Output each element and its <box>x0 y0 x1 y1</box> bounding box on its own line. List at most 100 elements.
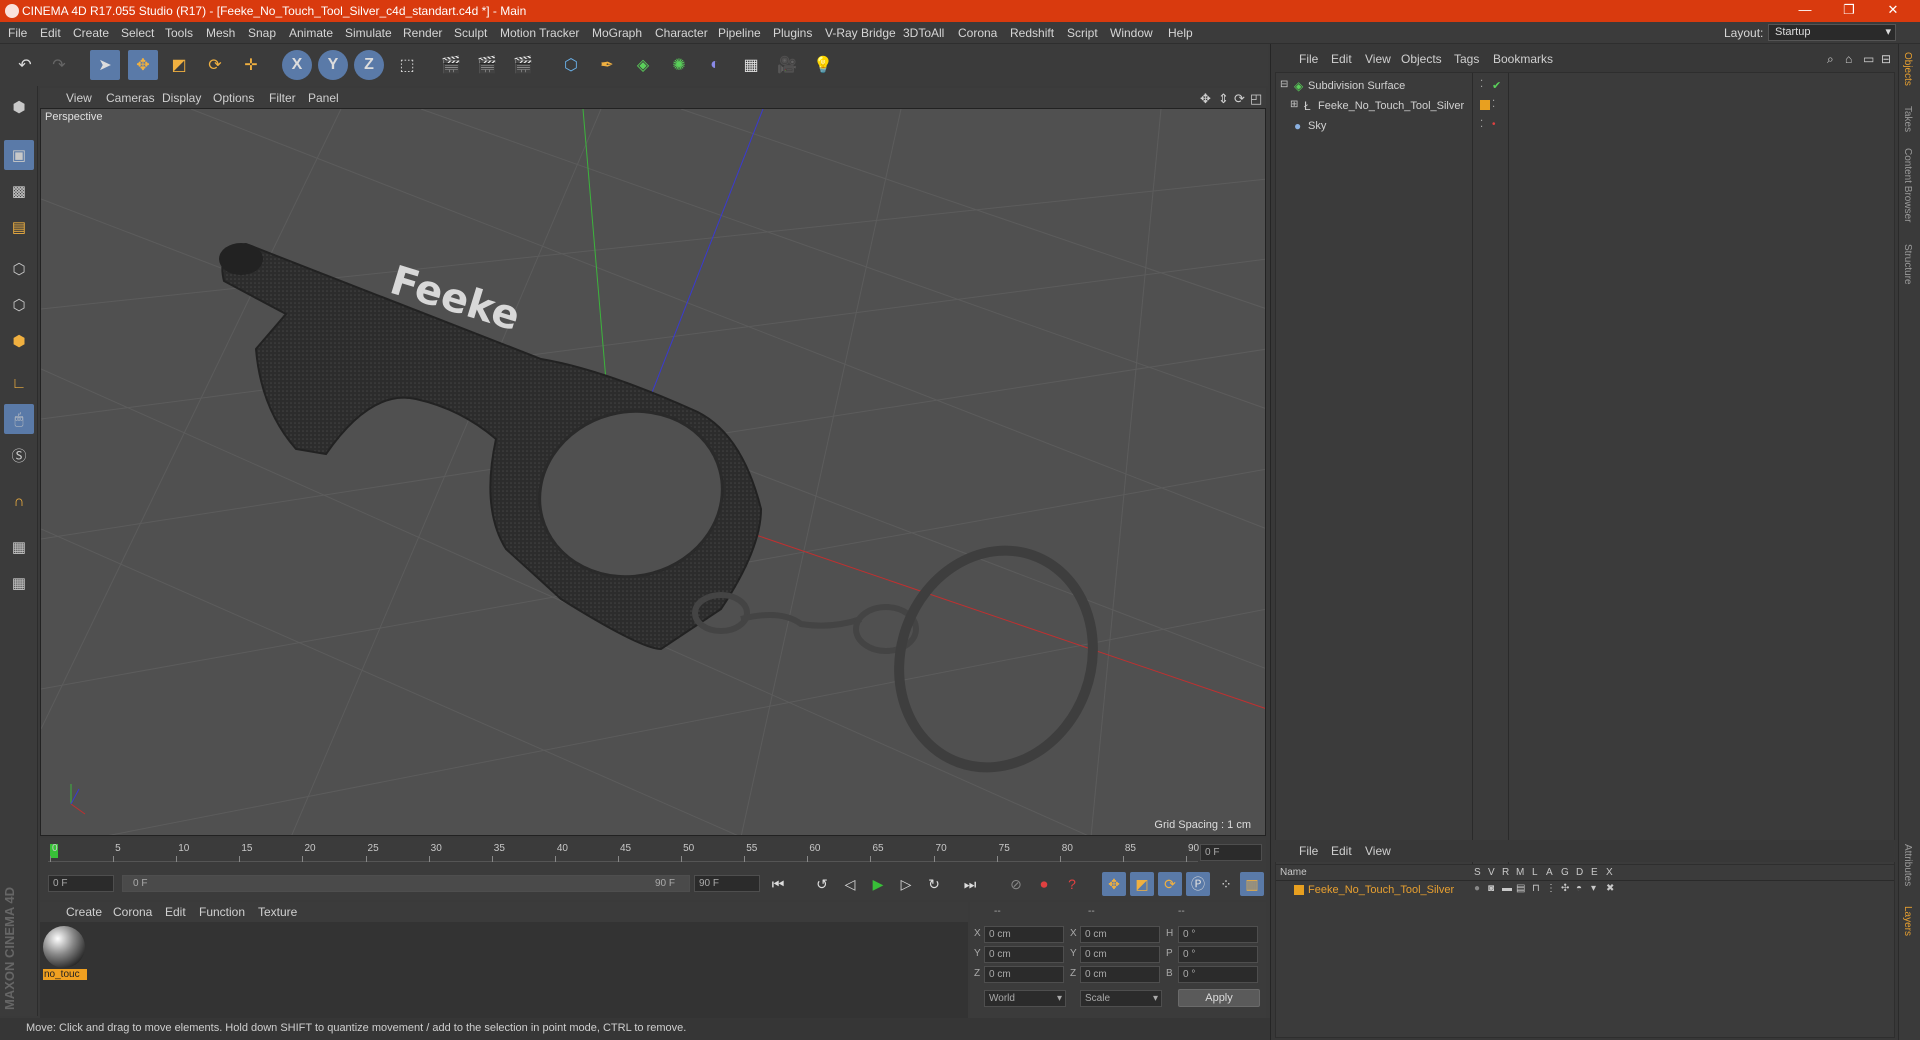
visibility-dots-icon[interactable]: ⁚ <box>1480 79 1483 90</box>
live-selection-button[interactable]: ➤ <box>90 50 120 80</box>
viewport-menu-panel[interactable]: Panel <box>308 91 339 105</box>
layer-col-manager[interactable]: M <box>1516 867 1524 878</box>
viewport-dolly-icon[interactable]: ⇕ <box>1218 91 1229 107</box>
timeline-window-button[interactable]: ▥ <box>1240 872 1264 896</box>
redo-button[interactable]: ↷ <box>44 50 74 80</box>
menu-character[interactable]: Character <box>655 26 708 40</box>
viewport-rotate-icon[interactable]: ⟳ <box>1234 91 1245 107</box>
layers-menu-edit[interactable]: Edit <box>1331 844 1352 858</box>
menu-render[interactable]: Render <box>403 26 442 40</box>
menu-animate[interactable]: Animate <box>289 26 333 40</box>
layer-eye-icon[interactable]: ◙ <box>1488 883 1494 894</box>
solo-button[interactable]: Ⓢ <box>4 440 34 470</box>
layer-lock-icon[interactable]: ⊓ <box>1532 883 1540 894</box>
pin-icon[interactable]: ⊟ <box>1881 52 1891 66</box>
coordinate-mode-select[interactable]: Scale ▾ <box>1080 990 1162 1007</box>
position-z-field[interactable]: 0 cm <box>984 966 1064 983</box>
move-tool-button[interactable]: ✥ <box>128 50 158 80</box>
key-position-button[interactable]: ✥ <box>1102 872 1126 896</box>
menu-file[interactable]: File <box>8 26 27 40</box>
model-mode-button[interactable]: ▣ <box>4 140 34 170</box>
add-camera-button[interactable]: 🎥 <box>772 50 802 80</box>
menu-redshift[interactable]: Redshift <box>1010 26 1054 40</box>
layer-color-swatch[interactable] <box>1480 100 1490 110</box>
go-to-end-button[interactable]: ⏭ <box>958 872 982 896</box>
layer-col-generators[interactable]: G <box>1561 867 1569 878</box>
tweak-mode-button[interactable]: 🖱 <box>4 404 34 434</box>
key-rotation-button[interactable]: ⟳ <box>1158 872 1182 896</box>
render-settings-button[interactable]: 🎬 <box>508 50 538 80</box>
layer-row[interactable]: Feeke_No_Touch_Tool_Silver ● ◙ ▬ ▤ ⊓ ⋮ ✣… <box>1276 882 1894 898</box>
tab-objects[interactable]: Objects <box>1902 52 1913 86</box>
axis-x-toggle[interactable]: X <box>282 50 312 80</box>
disabled-dot-icon[interactable]: • <box>1492 119 1496 130</box>
visibility-dots-icon[interactable]: ⁚ <box>1492 99 1495 110</box>
layer-col-name[interactable]: Name <box>1280 867 1307 878</box>
maximize-button[interactable]: ❐ <box>1834 2 1864 20</box>
menu-mograph[interactable]: MoGraph <box>592 26 642 40</box>
expand-icon[interactable]: ⊞ <box>1290 99 1298 110</box>
menu-window[interactable]: Window <box>1110 26 1153 40</box>
undo-button[interactable]: ↶ <box>10 50 40 80</box>
object-row-feeke-tool[interactable]: ⊞ Ł Feeke_No_Touch_Tool_Silver ⁚ <box>1276 97 1495 115</box>
visibility-dots-icon[interactable]: ⁚ <box>1480 119 1483 130</box>
objects-menu-objects[interactable]: Objects <box>1401 52 1442 66</box>
menu-mesh[interactable]: Mesh <box>206 26 235 40</box>
layout-select[interactable]: Startup ▾ <box>1768 24 1896 41</box>
menu-edit[interactable]: Edit <box>40 26 61 40</box>
position-x-field[interactable]: 0 cm <box>984 926 1064 943</box>
add-cube-button[interactable]: ⬡ <box>556 50 586 80</box>
record-disabled-button[interactable]: ⊘ <box>1004 872 1028 896</box>
axis-y-toggle[interactable]: Y <box>318 50 348 80</box>
layer-deformer-icon[interactable]: ◓ <box>1576 883 1582 894</box>
add-light-button[interactable]: 💡 <box>808 50 838 80</box>
layer-col-xref[interactable]: X <box>1606 867 1613 878</box>
rotation-h-field[interactable]: 0 ° <box>1178 926 1258 943</box>
layers-menu-file[interactable]: File <box>1299 844 1318 858</box>
edges-mode-button[interactable]: ⬡ <box>4 290 34 320</box>
viewport-menu-filter[interactable]: Filter <box>269 91 296 105</box>
collapse-icon[interactable]: ⊟ <box>1280 79 1288 90</box>
record-active-objects-button[interactable]: ⏺ <box>1032 872 1056 896</box>
layer-render-icon[interactable]: ▬ <box>1502 883 1512 894</box>
texture-mode-button[interactable]: ▩ <box>4 176 34 206</box>
new-view-icon[interactable]: ▭ <box>1863 52 1874 66</box>
objects-menu-view[interactable]: View <box>1365 52 1391 66</box>
add-nurbs-button[interactable]: ◈ <box>628 50 658 80</box>
layers-menu-view[interactable]: View <box>1365 844 1391 858</box>
frame-range-slider[interactable]: 0 F 90 F <box>122 875 690 892</box>
key-point-level-button[interactable]: ⁘ <box>1214 872 1238 896</box>
layer-color-swatch[interactable] <box>1294 885 1304 895</box>
layer-generator-icon[interactable]: ✣ <box>1561 883 1569 894</box>
material-menu-create[interactable]: Create <box>66 905 102 919</box>
polygons-mode-button[interactable]: ⬢ <box>4 326 34 356</box>
end-frame-field[interactable]: 90 F <box>694 875 760 892</box>
next-frame-button[interactable]: ▷ <box>894 872 918 896</box>
axis-z-toggle[interactable]: Z <box>354 50 384 80</box>
menu-pipeline[interactable]: Pipeline <box>718 26 761 40</box>
add-mograph-button[interactable]: ✺ <box>664 50 694 80</box>
home-icon[interactable]: ⌂ <box>1845 52 1852 66</box>
layer-solo-dot-icon[interactable]: ● <box>1474 883 1480 894</box>
viewport-menu-view[interactable]: View <box>66 91 92 105</box>
position-y-field[interactable]: 0 cm <box>984 946 1064 963</box>
menu-script[interactable]: Script <box>1067 26 1098 40</box>
size-x-field[interactable]: 0 cm <box>1080 926 1160 943</box>
tab-attributes[interactable]: Attributes <box>1902 844 1913 886</box>
viewport-menu-cameras[interactable]: Cameras <box>106 91 155 105</box>
size-y-field[interactable]: 0 cm <box>1080 946 1160 963</box>
viewport-pan-icon[interactable]: ✥ <box>1200 91 1211 107</box>
workplane-mode-button[interactable]: ▤ <box>4 212 34 242</box>
add-floor-button[interactable]: ▦ <box>736 50 766 80</box>
size-z-field[interactable]: 0 cm <box>1080 966 1160 983</box>
snap-button[interactable]: ∩ <box>4 486 34 516</box>
workplane-lock-button[interactable]: ▦ <box>4 532 34 562</box>
layer-animation-icon[interactable]: ⋮ <box>1546 883 1556 894</box>
menu-create[interactable]: Create <box>73 26 109 40</box>
previous-key-button[interactable]: ↺ <box>810 872 834 896</box>
layer-col-solo[interactable]: S <box>1474 867 1481 878</box>
layer-col-render[interactable]: R <box>1502 867 1509 878</box>
render-picture-viewer-button[interactable]: 🎬 <box>472 50 502 80</box>
last-tool-button[interactable]: ✛ <box>236 50 266 80</box>
menu-vray-bridge[interactable]: V-Ray Bridge <box>825 26 896 40</box>
